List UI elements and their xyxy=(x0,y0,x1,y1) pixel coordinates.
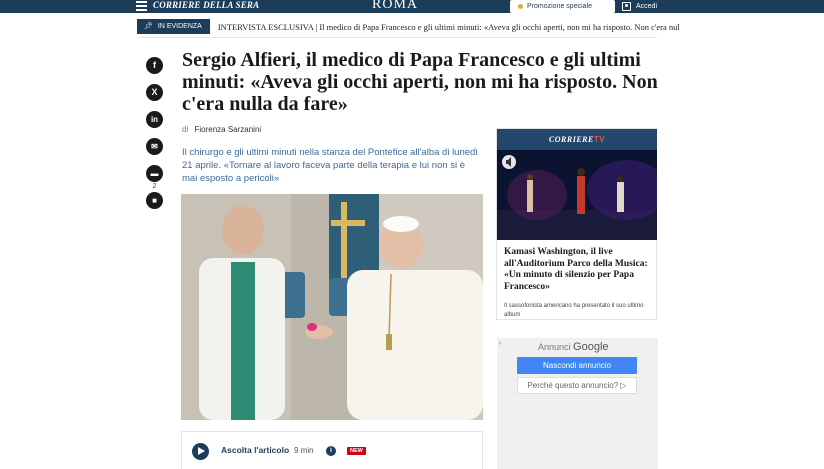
back-arrow-icon[interactable]: ‹ xyxy=(499,340,501,347)
byline-prefix: di xyxy=(182,125,189,134)
user-icon xyxy=(622,2,631,11)
new-badge: NEW xyxy=(347,447,366,455)
corriere-tv-header: CORRIERETV xyxy=(497,129,657,150)
divider xyxy=(137,37,657,38)
login-button[interactable]: Accedi xyxy=(622,0,657,13)
photo-illustration xyxy=(181,194,483,420)
hamburger-menu-icon[interactable] xyxy=(136,1,147,11)
article-headline: Sergio Alfieri, il medico di Papa France… xyxy=(182,49,658,115)
promo-label: Promozione speciale xyxy=(527,3,592,10)
evidence-ticker-link[interactable]: INTERVISTA ESCLUSIVA | Il medico di Papa… xyxy=(210,22,680,32)
corriere-tv-brand: CORRIERE xyxy=(548,135,594,144)
byline: di Fiorenza Sarzanini xyxy=(182,125,261,134)
top-navigation-bar: CORRIERE DELLA SERA ROMA Promozione spec… xyxy=(0,0,824,13)
audio-duration: 9 min xyxy=(294,446,314,455)
comment-icon[interactable]: ▬ xyxy=(146,165,163,182)
ad-header: Annunci Google xyxy=(538,341,609,353)
promo-button[interactable]: Promozione speciale xyxy=(510,0,615,13)
login-label: Accedi xyxy=(636,3,658,10)
tv-video-description: Il sassofonista americano ha presentato … xyxy=(504,303,644,318)
evidence-ribbon: 📌︎ IN EVIDENZA INTERVISTA ESCLUSIVA | Il… xyxy=(137,19,680,34)
info-icon[interactable]: i xyxy=(326,446,336,456)
section-title[interactable]: ROMA xyxy=(372,0,418,13)
google-ad-panel: ‹ Annunci Google Nascondi annuncio Perch… xyxy=(497,338,658,469)
why-this-ad-button[interactable]: Perché questo annuncio? ▷ xyxy=(517,377,637,394)
author-link[interactable]: Fiorenza Sarzanini xyxy=(194,125,261,134)
pin-icon: 📌︎ xyxy=(144,23,153,30)
comment-count: 2 xyxy=(152,183,157,190)
bookmark-icon[interactable]: ■ xyxy=(146,192,163,209)
article-summary: Il chirurgo e gli ultimi minuti nella st… xyxy=(182,147,478,184)
play-icon[interactable] xyxy=(192,443,209,460)
site-logo[interactable]: CORRIERE DELLA SERA xyxy=(153,0,259,10)
audio-player: Ascolta l'articolo 9 min i NEW xyxy=(181,431,483,469)
evidence-tag-label: IN EVIDENZA xyxy=(157,23,202,30)
article-photo xyxy=(181,194,483,420)
ad-annunci-label: Annunci xyxy=(538,342,571,352)
share-column: f X in ✉︎ ▬ 2 ■ xyxy=(146,57,163,219)
listen-article-button[interactable]: Ascolta l'articolo xyxy=(221,445,289,455)
tv-video-thumbnail[interactable] xyxy=(497,150,657,240)
tv-video-title-link[interactable]: Kamasi Washington, il live all'Auditoriu… xyxy=(504,247,654,293)
linkedin-icon[interactable]: in xyxy=(146,111,163,128)
facebook-icon[interactable]: f xyxy=(146,57,163,74)
evidence-tag: 📌︎ IN EVIDENZA xyxy=(137,19,210,34)
mail-icon[interactable]: ✉︎ xyxy=(146,138,163,155)
promo-dot-icon xyxy=(518,4,523,9)
hide-ad-button[interactable]: Nascondi annuncio xyxy=(517,357,637,374)
x-icon[interactable]: X xyxy=(146,84,163,101)
google-logo: Google xyxy=(573,341,609,353)
corriere-tv-suffix: TV xyxy=(593,135,606,144)
concert-image xyxy=(497,150,657,240)
